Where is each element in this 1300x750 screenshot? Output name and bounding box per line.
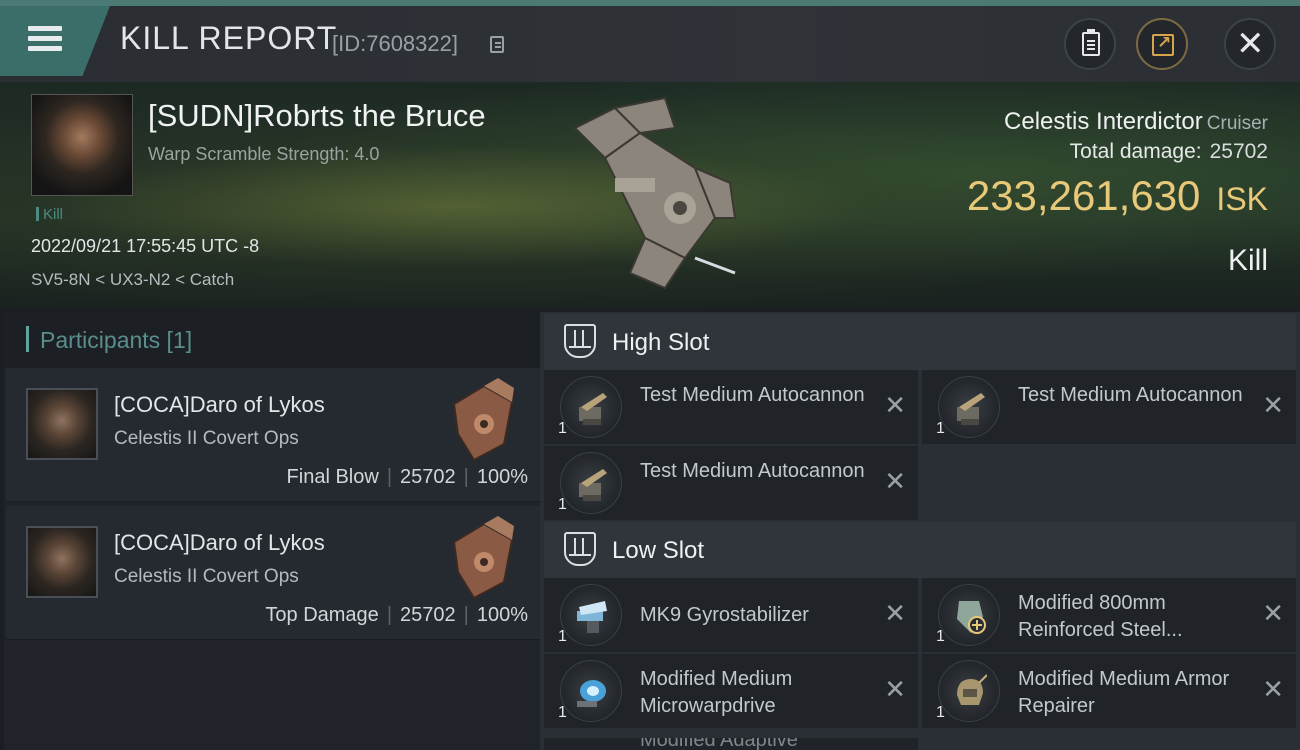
menu-icon: [28, 26, 62, 56]
copy-icon[interactable]: [490, 36, 504, 53]
participant-damage: 25702: [400, 604, 456, 626]
module-name: Modified Adaptive: [640, 738, 798, 750]
ship-name: Celestis Interdictor: [1004, 108, 1203, 135]
microwarpdrive-icon: [560, 660, 622, 722]
participant-percent: 100%: [476, 604, 528, 626]
destroyed-icon: ✕: [1262, 674, 1284, 704]
module-item[interactable]: 1 MK9 Gyrostabilizer ✕: [544, 578, 918, 652]
clipboard-icon: [1082, 29, 1100, 56]
armor-repairer-icon: [938, 660, 1000, 722]
kill-tag: Kill: [36, 206, 63, 223]
total-damage-label: Total damage:: [1069, 140, 1202, 163]
module-name: Test Medium Autocannon: [640, 384, 865, 406]
armor-plate-icon: [938, 584, 1000, 646]
total-damage-value: 25702: [1209, 140, 1268, 163]
participant-row[interactable]: [COCA]Daro of Lykos Celestis II Covert O…: [6, 506, 540, 640]
kill-location: SV5-8N < UX3-N2 < Catch: [31, 270, 235, 289]
module-item[interactable]: 1 Modified Medium Microwarpdrive ✕: [544, 654, 918, 728]
autocannon-icon: [560, 376, 622, 438]
share-icon: [1152, 33, 1174, 56]
stats-divider: |: [386, 604, 393, 626]
module-quantity: 1: [558, 628, 567, 645]
module-quantity: 1: [936, 628, 945, 645]
module-item[interactable]: 1 Modified Medium Armor Repairer ✕: [922, 654, 1296, 728]
victim-ship-class: Celestis Interdictor Cruiser: [1004, 108, 1268, 136]
low-slot-label: Low Slot: [612, 537, 705, 564]
stats-divider: |: [463, 604, 469, 626]
clipboard-button[interactable]: [1064, 18, 1116, 70]
isk-unit: ISK: [1216, 181, 1268, 217]
destroyed-icon: ✕: [884, 466, 906, 496]
participants-header[interactable]: Participants [1]: [4, 312, 540, 368]
participant-ship: Celestis II Covert Ops: [114, 428, 299, 449]
participant-role: Final Blow: [286, 466, 379, 488]
victim-hero: [SUDN]Robrts the Bruce Warp Scramble Str…: [0, 82, 1300, 308]
module-quantity: 1: [936, 420, 945, 437]
module-item-partial[interactable]: Modified Adaptive: [544, 738, 918, 750]
total-damage: Total damage: 25702: [1070, 140, 1268, 164]
participants-label: Participants [1]: [40, 327, 193, 353]
module-name: Modified Medium Armor Repairer: [1018, 668, 1230, 717]
module-quantity: 1: [936, 704, 945, 721]
destroyed-icon: ✕: [884, 598, 906, 628]
participant-ship: Celestis II Covert Ops: [114, 566, 299, 587]
stats-divider: |: [386, 466, 393, 488]
module-item[interactable]: 1 Test Medium Autocannon ✕: [544, 446, 918, 520]
destroyed-icon: ✕: [1262, 390, 1284, 420]
fitting-panel: High Slot 1 Test Medium Autocannon ✕ 1 T…: [540, 312, 1300, 750]
participant-ship-image: [452, 516, 514, 600]
close-button[interactable]: ✕: [1224, 18, 1276, 70]
victim-name[interactable]: [SUDN]Robrts the Bruce: [148, 98, 486, 134]
participant-portrait[interactable]: [26, 388, 98, 460]
ship-category: Cruiser: [1206, 113, 1268, 134]
module-item[interactable]: 1 Modified 800mm Reinforced Steel... ✕: [922, 578, 1296, 652]
module-item[interactable]: 1 Test Medium Autocannon ✕: [922, 370, 1296, 444]
page-title: KILL REPORT: [120, 20, 338, 56]
participant-percent: 100%: [476, 466, 528, 488]
module-item[interactable]: 1 Test Medium Autocannon ✕: [544, 370, 918, 444]
participant-name: [COCA]Daro of Lykos: [114, 530, 325, 555]
destroyed-icon: ✕: [1262, 598, 1284, 628]
module-name: Modified Medium Microwarpdrive: [640, 668, 793, 717]
participant-stats: Final Blow | 25702 | 100%: [287, 466, 528, 489]
participant-role: Top Damage: [265, 604, 379, 626]
destroyed-icon: ✕: [884, 674, 906, 704]
warp-scramble-strength: Warp Scramble Strength: 4.0: [148, 144, 380, 164]
module-name: MK9 Gyrostabilizer: [640, 604, 809, 626]
autocannon-icon: [560, 452, 622, 514]
high-slot-label: High Slot: [612, 329, 710, 356]
module-quantity: 1: [558, 420, 567, 437]
stats-divider: |: [463, 466, 469, 488]
gyrostabilizer-icon: [560, 584, 622, 646]
isk-value: 233,261,630 ISK: [967, 172, 1268, 220]
participant-stats: Top Damage | 25702 | 100%: [265, 604, 528, 627]
close-icon: ✕: [1236, 25, 1265, 63]
share-button[interactable]: [1136, 18, 1188, 70]
victim-ship-image[interactable]: [545, 88, 755, 298]
module-name: Test Medium Autocannon: [640, 460, 865, 482]
high-slot-header: High Slot: [544, 314, 1296, 370]
module-name: Test Medium Autocannon: [1018, 384, 1243, 406]
module-quantity: 1: [558, 496, 567, 513]
isk-amount: 233,261,630: [966, 172, 1201, 219]
module-name: Modified 800mm Reinforced Steel...: [1018, 592, 1183, 641]
participants-accent: [26, 326, 29, 352]
participant-damage: 25702: [400, 466, 456, 488]
destroyed-icon: ✕: [884, 390, 906, 420]
participant-ship-image: [452, 378, 514, 462]
autocannon-icon: [938, 376, 1000, 438]
participant-name: [COCA]Daro of Lykos: [114, 392, 325, 417]
low-slot-icon: [564, 532, 596, 566]
kill-id: [ID:7608322]: [332, 31, 458, 56]
kill-result: Kill: [1227, 244, 1268, 277]
participant-row[interactable]: [COCA]Daro of Lykos Celestis II Covert O…: [6, 368, 540, 502]
high-slot-icon: [564, 324, 596, 358]
kill-datetime: 2022/09/21 17:55:45 UTC -8: [31, 236, 260, 256]
participants-panel: Participants [1] [COCA]Daro of Lykos Cel…: [4, 312, 540, 750]
participant-portrait[interactable]: [26, 526, 98, 598]
low-slot-header: Low Slot: [544, 522, 1296, 578]
victim-portrait[interactable]: [31, 94, 133, 196]
module-quantity: 1: [558, 704, 567, 721]
